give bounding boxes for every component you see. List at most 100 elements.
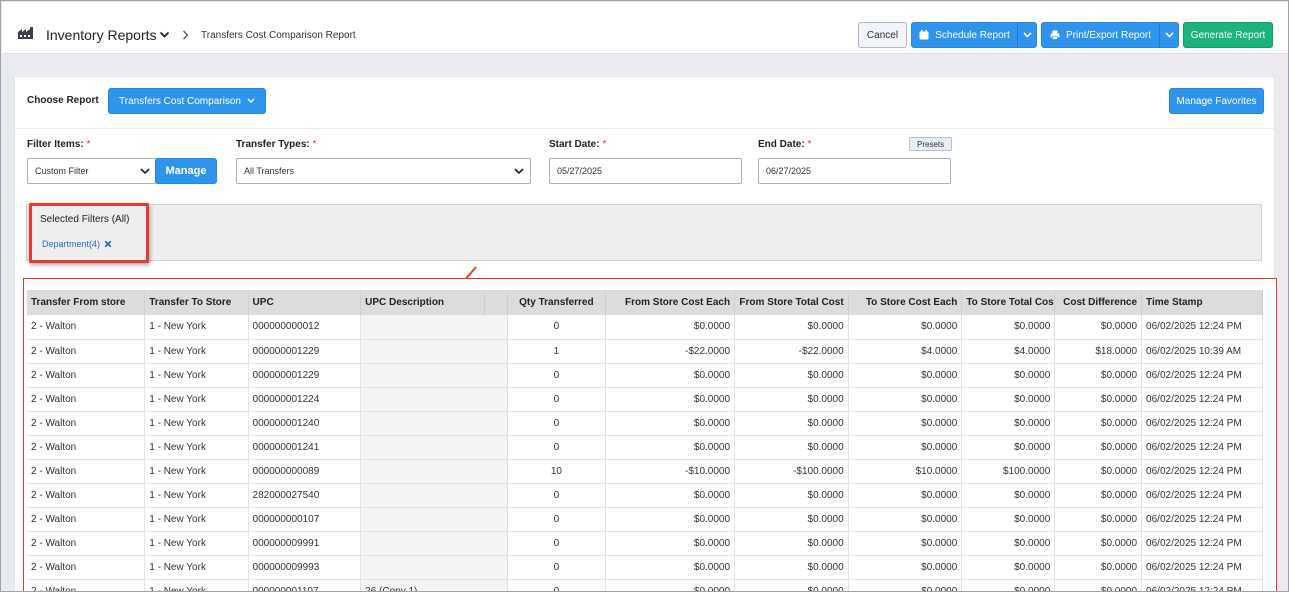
transfer-types-label: Transfer Types: * — [236, 139, 317, 150]
choose-report-label: Choose Report — [27, 95, 99, 106]
cell-from-store: 2 - Walton — [27, 411, 146, 436]
cell-from-total-cost: $0.0000 — [734, 555, 849, 580]
end-date-label: End Date: * — [758, 139, 812, 150]
app-title: Inventory Reports — [46, 27, 157, 43]
filter-items-value: Custom Filter — [35, 166, 89, 176]
cell-upc-description — [360, 387, 508, 412]
cell-to-cost-each: $0.0000 — [848, 531, 963, 556]
col-header-from-store[interactable]: Transfer From store — [27, 290, 146, 315]
col-header-qty[interactable]: Qty Transferred — [507, 290, 606, 315]
cancel-button[interactable]: Cancel — [858, 22, 907, 48]
cell-to-cost-each: $4.0000 — [848, 339, 963, 364]
cell-from-cost-each: $0.0000 — [605, 363, 736, 388]
cell-time-stamp: 06/02/2025 12:24 PM — [1141, 435, 1263, 460]
transfer-types-select[interactable]: All Transfers — [236, 158, 531, 184]
presets-button[interactable]: Presets — [909, 137, 953, 151]
cell-cost-difference: $0.0000 — [1054, 435, 1143, 460]
cell-qty: 1 — [507, 339, 606, 364]
required-mark: * — [86, 139, 91, 150]
schedule-report-button[interactable]: Schedule Report — [911, 22, 1037, 48]
cell-from-total-cost: $0.0000 — [734, 315, 849, 340]
cell-from-store: 2 - Walton — [27, 483, 146, 508]
col-header-to-total-cost[interactable]: To Store Total Cost — [961, 290, 1056, 315]
col-header-to-cost-each[interactable]: To Store Cost Each — [848, 290, 963, 315]
table-row[interactable]: 2 - Walton 1 - New York 000000009993 0 $0.00… — [27, 555, 1263, 580]
end-date-value: 06/27/2025 — [766, 166, 812, 176]
cell-time-stamp: 06/02/2025 12:24 PM — [1141, 555, 1263, 580]
start-date-value: 05/27/2025 — [557, 166, 603, 176]
chevron-down-icon — [140, 168, 150, 175]
cell-upc: 000000001240 — [248, 411, 362, 436]
cell-from-total-cost: $0.0000 — [734, 579, 849, 591]
col-header-to-store[interactable]: Transfer To Store — [144, 290, 249, 315]
generate-report-button[interactable]: Generate Report — [1183, 22, 1273, 48]
table-row[interactable]: 2 - Walton 1 - New York 000000000089 10 -$10… — [27, 459, 1263, 484]
table-row[interactable]: 2 - Walton 1 - New York 000000001107 26 (Co… — [27, 579, 1263, 591]
chevron-down-icon[interactable] — [159, 31, 170, 39]
chevron-down-icon — [1164, 32, 1174, 38]
cell-qty: 0 — [507, 483, 606, 508]
cell-upc: 000000000089 — [248, 459, 362, 484]
cell-from-store: 2 - Walton — [27, 435, 146, 460]
start-date-input[interactable]: 05/27/2025 — [549, 158, 742, 184]
cell-from-total-cost: $0.0000 — [734, 363, 849, 388]
cell-from-cost-each: -$22.0000 — [605, 339, 736, 364]
cell-to-cost-each: $0.0000 — [848, 483, 963, 508]
cell-to-store: 1 - New York — [144, 387, 249, 412]
col-header-upc-description[interactable]: UPC Description — [360, 290, 486, 315]
cell-to-cost-each: $0.0000 — [848, 363, 963, 388]
manage-favorites-button[interactable]: Manage Favorites — [1169, 88, 1264, 114]
cell-cost-difference: $0.0000 — [1054, 459, 1143, 484]
col-header-time-stamp[interactable]: Time Stamp — [1141, 290, 1263, 315]
cell-to-store: 1 - New York — [144, 315, 249, 340]
cell-to-total-cost: $0.0000 — [961, 315, 1056, 340]
manage-filter-button[interactable]: Manage — [155, 158, 217, 184]
cell-qty: 0 — [507, 579, 606, 591]
col-header-from-cost-each[interactable]: From Store Cost Each — [605, 290, 736, 315]
presets-label: Presets — [917, 139, 945, 149]
cell-upc-description — [360, 531, 508, 556]
table-row[interactable]: 2 - Walton 1 - New York 000000001229 1 -$22.… — [27, 339, 1263, 364]
cell-cost-difference: $0.0000 — [1054, 579, 1143, 591]
cell-to-cost-each: $0.0000 — [848, 435, 963, 460]
table-body: 2 - Walton 1 - New York 000000000012 0 $0.00… — [27, 315, 1263, 591]
table-row[interactable]: 2 - Walton 1 - New York 000000001229 0 $0.00… — [27, 363, 1263, 388]
cell-to-total-cost: $0.0000 — [961, 555, 1056, 580]
schedule-report-dropdown[interactable] — [1017, 23, 1036, 47]
cell-cost-difference: $0.0000 — [1054, 531, 1143, 556]
filter-items-select[interactable]: Custom Filter — [27, 158, 157, 184]
col-header-spacer — [484, 290, 508, 315]
table-row[interactable]: 2 - Walton 1 - New York 000000001240 0 $0.00… — [27, 411, 1263, 436]
table-row[interactable]: 2 - Walton 1 - New York 000000001224 0 $0.00… — [27, 387, 1263, 412]
print-export-dropdown[interactable] — [1159, 23, 1178, 47]
cell-upc: 000000001224 — [248, 387, 362, 412]
cell-time-stamp: 06/02/2025 12:24 PM — [1141, 579, 1263, 591]
chevron-right-icon — [183, 30, 189, 40]
cell-upc-description — [360, 339, 508, 364]
cell-cost-difference: $0.0000 — [1054, 411, 1143, 436]
cell-cost-difference: $18.0000 — [1054, 339, 1143, 364]
table-row[interactable]: 2 - Walton 1 - New York 000000001241 0 $0.00… — [27, 435, 1263, 460]
cell-qty: 10 — [507, 459, 606, 484]
col-header-upc[interactable]: UPC — [248, 290, 362, 315]
cell-to-store: 1 - New York — [144, 459, 249, 484]
cell-to-total-cost: $0.0000 — [961, 507, 1056, 532]
cell-cost-difference: $0.0000 — [1054, 483, 1143, 508]
table-row[interactable]: 2 - Walton 1 - New York 000000009991 0 $0.00… — [27, 531, 1263, 556]
table-row[interactable]: 2 - Walton 1 - New York 000000000012 0 $0.00… — [27, 315, 1263, 340]
cell-from-total-cost: -$22.0000 — [734, 339, 849, 364]
print-export-button[interactable]: Print/Export Report — [1041, 22, 1179, 48]
chevron-down-icon — [514, 168, 524, 175]
col-header-cost-difference[interactable]: Cost Difference — [1054, 290, 1143, 315]
table-row[interactable]: 2 - Walton 1 - New York 000000000107 0 $0.00… — [27, 507, 1263, 532]
end-date-input[interactable]: 06/27/2025 — [758, 158, 951, 184]
report-selector-dropdown[interactable]: Transfers Cost Comparison — [108, 88, 266, 114]
cell-from-total-cost: $0.0000 — [734, 387, 849, 412]
table-row[interactable]: 2 - Walton 1 - New York 282000027540 0 $0.00… — [27, 483, 1263, 508]
manage-favorites-label: Manage Favorites — [1176, 95, 1257, 107]
start-date-label: Start Date: * — [549, 139, 607, 150]
cell-to-store: 1 - New York — [144, 363, 249, 388]
cell-cost-difference: $0.0000 — [1054, 507, 1143, 532]
col-header-from-total-cost[interactable]: From Store Total Cost — [734, 290, 849, 315]
cell-from-total-cost: $0.0000 — [734, 411, 849, 436]
